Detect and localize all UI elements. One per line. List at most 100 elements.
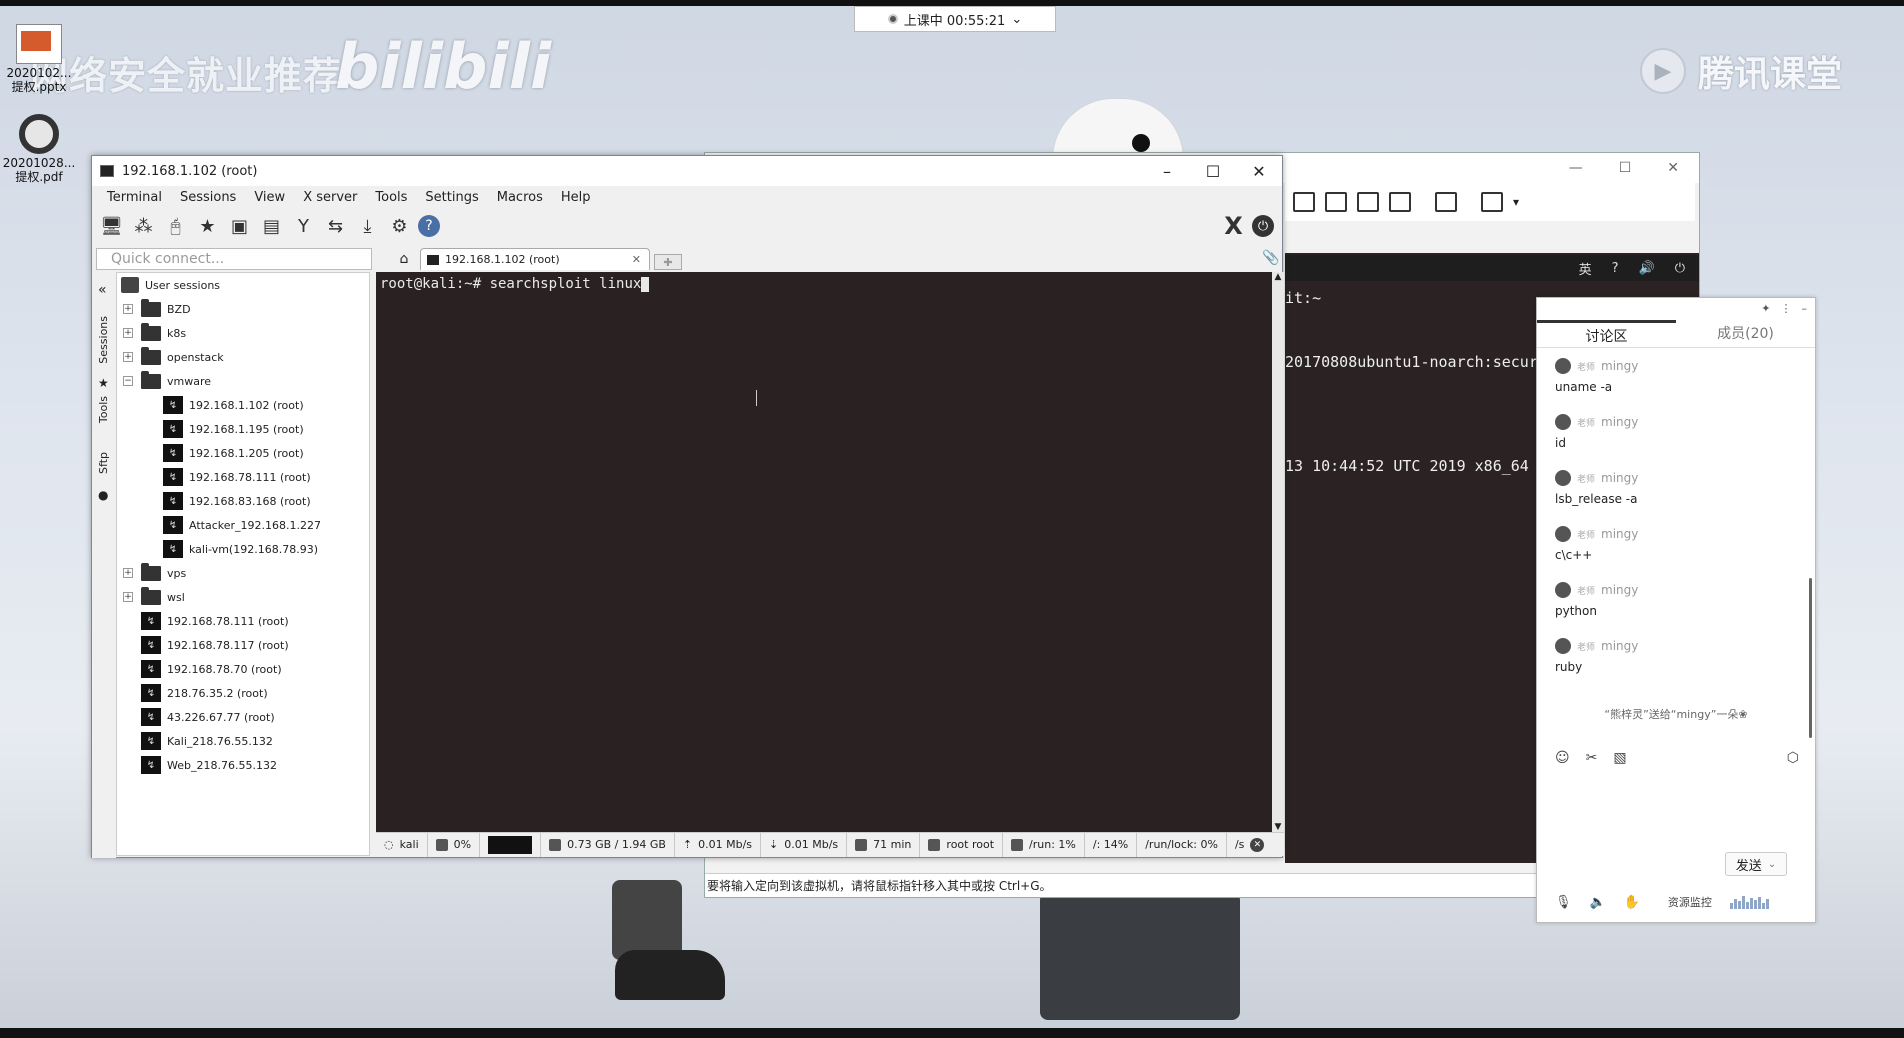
scissors-icon[interactable]: ✂: [1586, 750, 1598, 766]
tree-folder[interactable]: + wsl: [117, 585, 369, 609]
vm-dropdown-icon[interactable]: ▾: [1513, 195, 1519, 209]
menu-sessions[interactable]: Sessions: [171, 190, 245, 205]
menu-macros[interactable]: Macros: [488, 190, 552, 205]
vm-split-view-icon[interactable]: [1293, 192, 1315, 212]
menu-xserver[interactable]: X server: [294, 190, 366, 205]
pin-icon[interactable]: ✦: [1761, 302, 1770, 315]
tree-session[interactable]: ↯ 192.168.1.205 (root): [117, 441, 369, 465]
tree-session[interactable]: ↯ Attacker_192.168.1.227: [117, 513, 369, 537]
vm-unity-icon[interactable]: [1389, 192, 1411, 212]
menu-settings[interactable]: Settings: [416, 190, 487, 205]
vm-stretch-icon[interactable]: [1481, 192, 1503, 212]
vm-hsplit-icon[interactable]: [1325, 192, 1347, 212]
side-tab-sftp[interactable]: Sftp: [97, 452, 110, 474]
class-timer[interactable]: 上课中 00:55:21 ⌄: [854, 6, 1056, 32]
tree-folder-vmware[interactable]: − vmware: [117, 369, 369, 393]
minimize-icon[interactable]: —: [1569, 160, 1583, 176]
tree-folder[interactable]: + k8s: [117, 321, 369, 345]
split-icon[interactable]: Y: [290, 213, 317, 240]
close-icon[interactable]: ✕: [1667, 160, 1679, 176]
tree-root[interactable]: User sessions: [117, 273, 369, 297]
speaker-icon[interactable]: 🔈: [1590, 895, 1606, 910]
tree-folder[interactable]: + vps: [117, 561, 369, 585]
tree-folder[interactable]: + BZD: [117, 297, 369, 321]
home-icon[interactable]: ⌂: [392, 248, 416, 270]
quick-connect-input[interactable]: Quick connect...: [96, 248, 372, 270]
side-tab-sessions[interactable]: Sessions: [97, 316, 110, 364]
tree-session[interactable]: ↯ kali-vm(192.168.78.93): [117, 537, 369, 561]
tree-session[interactable]: ↯ 192.168.83.168 (root): [117, 489, 369, 513]
menu-view[interactable]: View: [245, 190, 294, 205]
expand-icon[interactable]: +: [123, 328, 133, 338]
sessions-icon[interactable]: ▣: [226, 213, 253, 240]
scroll-down-icon[interactable]: ▼: [1272, 822, 1284, 832]
hand-icon[interactable]: ✋: [1624, 895, 1640, 910]
volume-icon[interactable]: 🔊: [1639, 261, 1655, 276]
menu-help[interactable]: Help: [552, 190, 600, 205]
chat-scrollbar[interactable]: [1809, 578, 1812, 738]
tree-session[interactable]: ↯ 192.168.78.111 (root): [117, 465, 369, 489]
tree-session[interactable]: ↯ Kali_218.76.55.132: [117, 729, 369, 753]
menu-tools[interactable]: Tools: [366, 190, 416, 205]
session-icon[interactable]: 🖥: [98, 213, 125, 240]
chevron-down-icon[interactable]: ⌄: [1768, 859, 1776, 870]
expand-icon[interactable]: +: [123, 304, 133, 314]
resource-monitor-label[interactable]: 资源监控: [1668, 894, 1712, 910]
packages-icon[interactable]: ⚙: [386, 213, 413, 240]
multiexec-icon[interactable]: ⇆: [322, 213, 349, 240]
menu-terminal[interactable]: Terminal: [98, 190, 171, 205]
help-icon[interactable]: ?: [1612, 261, 1619, 276]
vm-fullscreen-icon[interactable]: [1357, 192, 1379, 212]
tree-session[interactable]: ↯ 218.76.35.2 (root): [117, 681, 369, 705]
xserver-icon[interactable]: X: [1220, 212, 1247, 240]
view-icon[interactable]: ▤: [258, 213, 285, 240]
tree-session[interactable]: ↯ 192.168.78.117 (root): [117, 633, 369, 657]
help-icon[interactable]: ?: [418, 215, 440, 237]
minimize-icon[interactable]: –: [1802, 302, 1808, 315]
expand-icon[interactable]: +: [123, 568, 133, 578]
maximize-icon[interactable]: ☐: [1619, 160, 1632, 176]
expand-icon[interactable]: +: [123, 352, 133, 362]
more-icon[interactable]: ⋮: [1781, 302, 1792, 315]
terminal-area[interactable]: root@kali:~# searchsploit linux: [376, 272, 1272, 832]
vm-console-icon[interactable]: [1435, 192, 1457, 212]
attach-icon[interactable]: 📎: [1262, 250, 1279, 266]
send-button[interactable]: 发送 ⌄: [1725, 852, 1787, 876]
tree-session[interactable]: ↯ 192.168.1.195 (root): [117, 417, 369, 441]
tools-icon[interactable]: 🖰: [162, 213, 189, 240]
expand-icon[interactable]: +: [123, 592, 133, 602]
vm-input-lang[interactable]: 英: [1579, 259, 1592, 278]
minimize-icon[interactable]: –: [1144, 162, 1190, 181]
servers-icon[interactable]: ⁂: [130, 213, 157, 240]
scroll-up-icon[interactable]: ▲: [1272, 272, 1284, 282]
desktop-icon-pptx[interactable]: 2020102... 提权.pptx: [0, 24, 78, 94]
power-icon[interactable]: ⏻: [1675, 261, 1685, 276]
side-tab-tools[interactable]: Tools: [97, 396, 110, 423]
settings-icon[interactable]: ⬡: [1787, 750, 1799, 766]
close-icon[interactable]: ✕: [1236, 162, 1282, 181]
maximize-icon[interactable]: ☐: [1190, 162, 1236, 181]
tree-session[interactable]: ↯ 192.168.1.102 (root): [117, 393, 369, 417]
desktop-icon-pdf[interactable]: 20201028... 提权.pdf: [0, 114, 78, 184]
tree-session[interactable]: ↯ 192.168.78.70 (root): [117, 657, 369, 681]
collapse-icon[interactable]: «: [98, 282, 107, 298]
collapse-icon[interactable]: −: [123, 376, 133, 386]
tree-session[interactable]: ↯ 192.168.78.111 (root): [117, 609, 369, 633]
mobaxterm-window[interactable]: 192.168.1.102 (root) – ☐ ✕ Terminal Sess…: [91, 155, 1284, 858]
terminal-scrollbar[interactable]: ▲ ▼: [1272, 272, 1284, 832]
chat-panel[interactable]: ✦ ⋮ – 讨论区 成员(20) 老师 mingy uname -a 老师 ming…: [1536, 297, 1816, 923]
tree-session[interactable]: ↯ Web_218.76.55.132: [117, 753, 369, 777]
close-circle-icon[interactable]: ✕: [1250, 837, 1265, 852]
new-tab-button[interactable]: ✚: [654, 254, 682, 270]
games-icon[interactable]: ★: [194, 213, 221, 240]
tunneling-icon[interactable]: ⤓: [354, 213, 381, 240]
tree-folder[interactable]: + openstack: [117, 345, 369, 369]
close-tab-icon[interactable]: ✕: [632, 253, 641, 266]
tab-members[interactable]: 成员(20): [1676, 320, 1815, 347]
microphone-icon[interactable]: 🎙: [1555, 895, 1572, 910]
emoji-icon[interactable]: ☺: [1555, 750, 1570, 766]
tab-discussion[interactable]: 讨论区: [1537, 320, 1676, 347]
tab-session[interactable]: 192.168.1.102 (root) ✕: [420, 248, 650, 270]
exit-icon[interactable]: ⏻: [1252, 215, 1274, 237]
image-icon[interactable]: ▧: [1613, 750, 1626, 766]
